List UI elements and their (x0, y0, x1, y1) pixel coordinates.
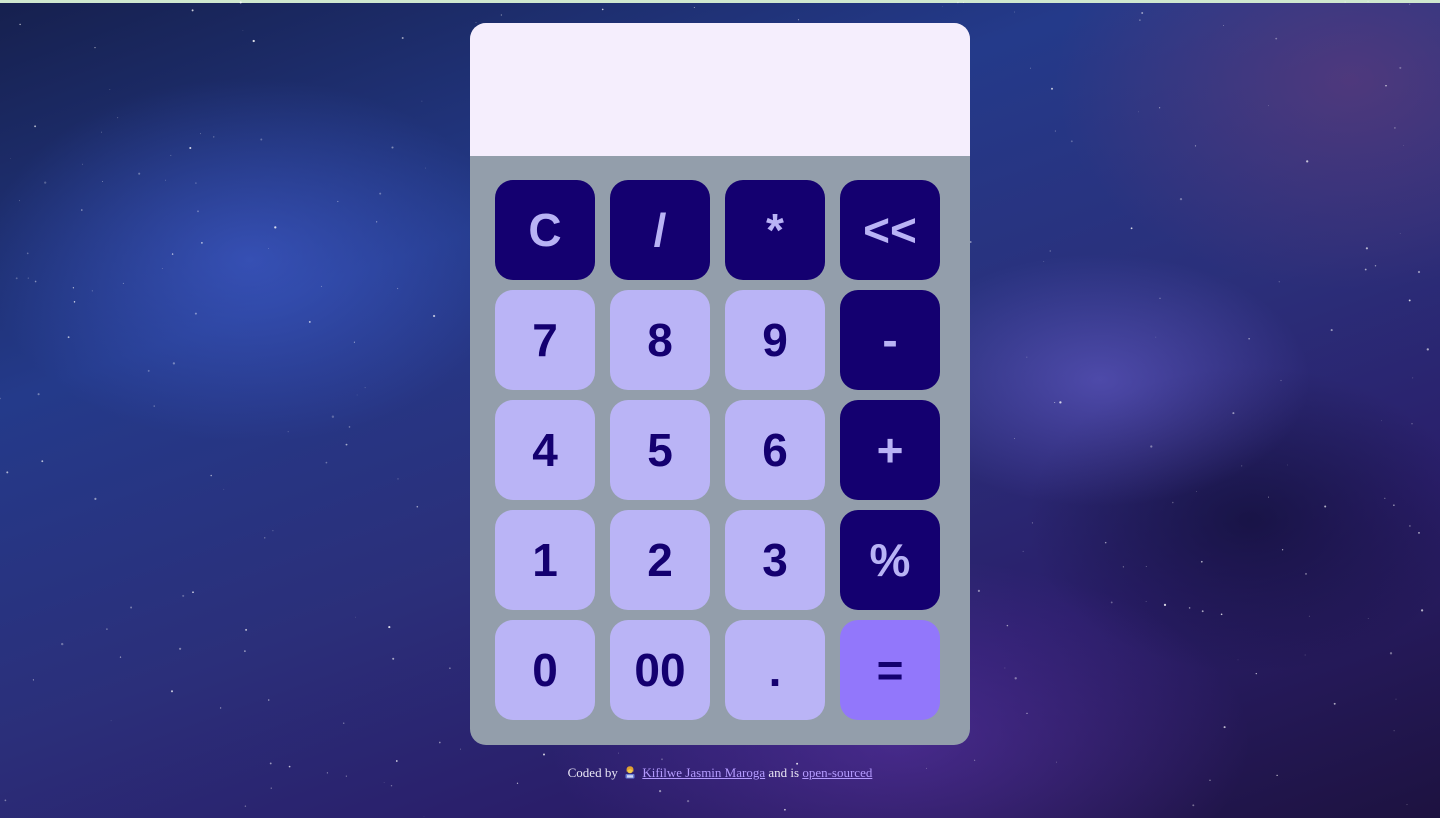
digit-8-button[interactable]: 8 (610, 290, 710, 390)
subtract-button[interactable]: - (840, 290, 940, 390)
percent-button[interactable]: % (840, 510, 940, 610)
digit-5-button[interactable]: 5 (610, 400, 710, 500)
digit-6-button[interactable]: 6 (725, 400, 825, 500)
digit-0-button[interactable]: 0 (495, 620, 595, 720)
footer-prefix: Coded by (567, 765, 618, 780)
divide-button[interactable]: / (610, 180, 710, 280)
digit-3-button[interactable]: 3 (725, 510, 825, 610)
digit-2-button[interactable]: 2 (610, 510, 710, 610)
open-source-link[interactable]: open-sourced (802, 765, 872, 780)
clear-button[interactable]: C (495, 180, 595, 280)
footer-middle-text: and is (768, 765, 800, 780)
digit-1-button[interactable]: 1 (495, 510, 595, 610)
backspace-button[interactable]: << (840, 180, 940, 280)
digit-7-button[interactable]: 7 (495, 290, 595, 390)
calculator: C / * << 7 8 9 - 4 5 6 + 1 2 3 % 0 00 . … (470, 23, 970, 745)
decimal-point-button[interactable]: . (725, 620, 825, 720)
double-zero-button[interactable]: 00 (610, 620, 710, 720)
woman-technologist-icon (625, 766, 635, 779)
equals-button[interactable]: = (840, 620, 940, 720)
footer-credit: Coded by Kifilwe Jasmin Maroga and is op… (0, 765, 1440, 781)
keypad: C / * << 7 8 9 - 4 5 6 + 1 2 3 % 0 00 . … (495, 180, 940, 720)
multiply-button[interactable]: * (725, 180, 825, 280)
add-button[interactable]: + (840, 400, 940, 500)
digit-4-button[interactable]: 4 (495, 400, 595, 500)
calculator-display[interactable] (470, 23, 970, 156)
author-link[interactable]: Kifilwe Jasmin Maroga (642, 765, 765, 780)
digit-9-button[interactable]: 9 (725, 290, 825, 390)
